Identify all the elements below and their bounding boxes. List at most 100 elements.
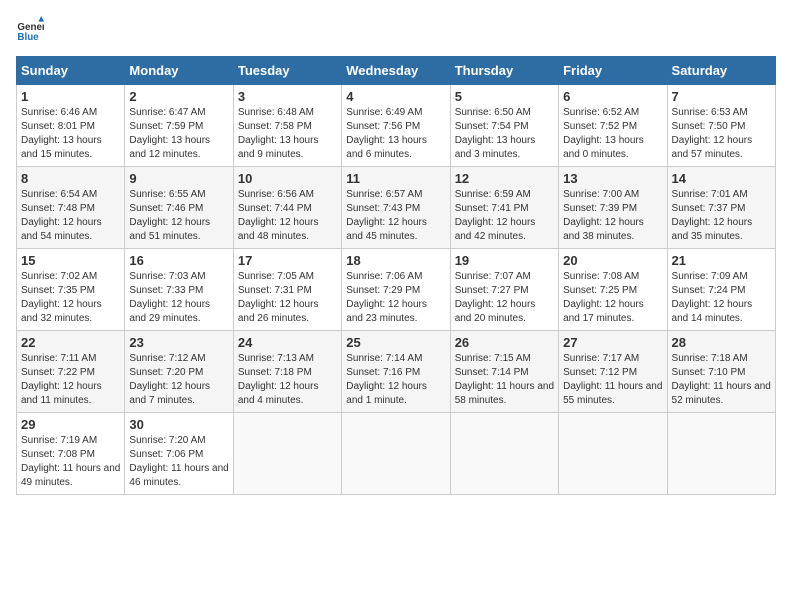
day-number: 30 bbox=[129, 417, 228, 432]
day-number: 12 bbox=[455, 171, 554, 186]
calendar-cell: 23 Sunrise: 7:12 AM Sunset: 7:20 PM Dayl… bbox=[125, 331, 233, 413]
calendar-cell: 9 Sunrise: 6:55 AM Sunset: 7:46 PM Dayli… bbox=[125, 167, 233, 249]
day-number: 17 bbox=[238, 253, 337, 268]
day-number: 13 bbox=[563, 171, 662, 186]
day-info: Sunrise: 7:06 AM Sunset: 7:29 PM Dayligh… bbox=[346, 270, 445, 326]
day-info: Sunrise: 7:14 AM Sunset: 7:16 PM Dayligh… bbox=[346, 352, 445, 408]
calendar-header: SundayMondayTuesdayWednesdayThursdayFrid… bbox=[17, 57, 776, 85]
day-info: Sunrise: 6:50 AM Sunset: 7:54 PM Dayligh… bbox=[455, 106, 554, 162]
calendar-cell: 13 Sunrise: 7:00 AM Sunset: 7:39 PM Dayl… bbox=[559, 167, 667, 249]
calendar-cell: 26 Sunrise: 7:15 AM Sunset: 7:14 PM Dayl… bbox=[450, 331, 558, 413]
day-info: Sunrise: 7:07 AM Sunset: 7:27 PM Dayligh… bbox=[455, 270, 554, 326]
day-number: 5 bbox=[455, 89, 554, 104]
day-info: Sunrise: 7:05 AM Sunset: 7:31 PM Dayligh… bbox=[238, 270, 337, 326]
day-number: 29 bbox=[21, 417, 120, 432]
day-number: 19 bbox=[455, 253, 554, 268]
col-header-friday: Friday bbox=[559, 57, 667, 85]
day-number: 28 bbox=[672, 335, 771, 350]
logo-icon: General Blue bbox=[16, 16, 44, 44]
calendar-cell bbox=[233, 413, 341, 495]
day-info: Sunrise: 6:56 AM Sunset: 7:44 PM Dayligh… bbox=[238, 188, 337, 244]
calendar-cell: 10 Sunrise: 6:56 AM Sunset: 7:44 PM Dayl… bbox=[233, 167, 341, 249]
day-info: Sunrise: 7:02 AM Sunset: 7:35 PM Dayligh… bbox=[21, 270, 120, 326]
day-info: Sunrise: 7:00 AM Sunset: 7:39 PM Dayligh… bbox=[563, 188, 662, 244]
calendar-cell: 25 Sunrise: 7:14 AM Sunset: 7:16 PM Dayl… bbox=[342, 331, 450, 413]
calendar-cell: 21 Sunrise: 7:09 AM Sunset: 7:24 PM Dayl… bbox=[667, 249, 775, 331]
svg-text:Blue: Blue bbox=[17, 32, 39, 43]
logo: General Blue bbox=[16, 16, 48, 44]
calendar-cell bbox=[559, 413, 667, 495]
day-number: 26 bbox=[455, 335, 554, 350]
day-info: Sunrise: 6:52 AM Sunset: 7:52 PM Dayligh… bbox=[563, 106, 662, 162]
day-number: 1 bbox=[21, 89, 120, 104]
calendar-cell: 1 Sunrise: 6:46 AM Sunset: 8:01 PM Dayli… bbox=[17, 85, 125, 167]
day-number: 8 bbox=[21, 171, 120, 186]
calendar-cell bbox=[342, 413, 450, 495]
calendar-cell: 7 Sunrise: 6:53 AM Sunset: 7:50 PM Dayli… bbox=[667, 85, 775, 167]
day-number: 25 bbox=[346, 335, 445, 350]
day-info: Sunrise: 7:08 AM Sunset: 7:25 PM Dayligh… bbox=[563, 270, 662, 326]
col-header-wednesday: Wednesday bbox=[342, 57, 450, 85]
day-info: Sunrise: 7:11 AM Sunset: 7:22 PM Dayligh… bbox=[21, 352, 120, 408]
day-info: Sunrise: 6:47 AM Sunset: 7:59 PM Dayligh… bbox=[129, 106, 228, 162]
calendar-cell: 29 Sunrise: 7:19 AM Sunset: 7:08 PM Dayl… bbox=[17, 413, 125, 495]
day-info: Sunrise: 6:48 AM Sunset: 7:58 PM Dayligh… bbox=[238, 106, 337, 162]
calendar-table: SundayMondayTuesdayWednesdayThursdayFrid… bbox=[16, 56, 776, 495]
day-number: 11 bbox=[346, 171, 445, 186]
day-number: 15 bbox=[21, 253, 120, 268]
calendar-cell: 8 Sunrise: 6:54 AM Sunset: 7:48 PM Dayli… bbox=[17, 167, 125, 249]
calendar-cell bbox=[450, 413, 558, 495]
day-number: 21 bbox=[672, 253, 771, 268]
day-info: Sunrise: 7:09 AM Sunset: 7:24 PM Dayligh… bbox=[672, 270, 771, 326]
day-number: 6 bbox=[563, 89, 662, 104]
day-info: Sunrise: 7:03 AM Sunset: 7:33 PM Dayligh… bbox=[129, 270, 228, 326]
day-number: 16 bbox=[129, 253, 228, 268]
day-info: Sunrise: 7:01 AM Sunset: 7:37 PM Dayligh… bbox=[672, 188, 771, 244]
day-number: 9 bbox=[129, 171, 228, 186]
calendar-cell: 24 Sunrise: 7:13 AM Sunset: 7:18 PM Dayl… bbox=[233, 331, 341, 413]
calendar-cell: 2 Sunrise: 6:47 AM Sunset: 7:59 PM Dayli… bbox=[125, 85, 233, 167]
day-number: 4 bbox=[346, 89, 445, 104]
calendar-week-2: 8 Sunrise: 6:54 AM Sunset: 7:48 PM Dayli… bbox=[17, 167, 776, 249]
calendar-cell: 17 Sunrise: 7:05 AM Sunset: 7:31 PM Dayl… bbox=[233, 249, 341, 331]
day-info: Sunrise: 7:19 AM Sunset: 7:08 PM Dayligh… bbox=[21, 434, 120, 490]
day-number: 7 bbox=[672, 89, 771, 104]
day-info: Sunrise: 7:15 AM Sunset: 7:14 PM Dayligh… bbox=[455, 352, 554, 408]
calendar-cell: 6 Sunrise: 6:52 AM Sunset: 7:52 PM Dayli… bbox=[559, 85, 667, 167]
calendar-cell: 20 Sunrise: 7:08 AM Sunset: 7:25 PM Dayl… bbox=[559, 249, 667, 331]
day-info: Sunrise: 7:13 AM Sunset: 7:18 PM Dayligh… bbox=[238, 352, 337, 408]
col-header-saturday: Saturday bbox=[667, 57, 775, 85]
col-header-thursday: Thursday bbox=[450, 57, 558, 85]
day-number: 10 bbox=[238, 171, 337, 186]
calendar-cell: 14 Sunrise: 7:01 AM Sunset: 7:37 PM Dayl… bbox=[667, 167, 775, 249]
calendar-week-3: 15 Sunrise: 7:02 AM Sunset: 7:35 PM Dayl… bbox=[17, 249, 776, 331]
day-number: 3 bbox=[238, 89, 337, 104]
day-info: Sunrise: 6:46 AM Sunset: 8:01 PM Dayligh… bbox=[21, 106, 120, 162]
calendar-cell: 4 Sunrise: 6:49 AM Sunset: 7:56 PM Dayli… bbox=[342, 85, 450, 167]
day-info: Sunrise: 6:55 AM Sunset: 7:46 PM Dayligh… bbox=[129, 188, 228, 244]
day-info: Sunrise: 6:49 AM Sunset: 7:56 PM Dayligh… bbox=[346, 106, 445, 162]
col-header-monday: Monday bbox=[125, 57, 233, 85]
day-number: 14 bbox=[672, 171, 771, 186]
calendar-week-4: 22 Sunrise: 7:11 AM Sunset: 7:22 PM Dayl… bbox=[17, 331, 776, 413]
day-info: Sunrise: 6:53 AM Sunset: 7:50 PM Dayligh… bbox=[672, 106, 771, 162]
calendar-cell bbox=[667, 413, 775, 495]
day-info: Sunrise: 7:20 AM Sunset: 7:06 PM Dayligh… bbox=[129, 434, 228, 490]
calendar-cell: 12 Sunrise: 6:59 AM Sunset: 7:41 PM Dayl… bbox=[450, 167, 558, 249]
calendar-cell: 28 Sunrise: 7:18 AM Sunset: 7:10 PM Dayl… bbox=[667, 331, 775, 413]
day-number: 20 bbox=[563, 253, 662, 268]
day-info: Sunrise: 7:17 AM Sunset: 7:12 PM Dayligh… bbox=[563, 352, 662, 408]
day-info: Sunrise: 7:18 AM Sunset: 7:10 PM Dayligh… bbox=[672, 352, 771, 408]
day-info: Sunrise: 6:54 AM Sunset: 7:48 PM Dayligh… bbox=[21, 188, 120, 244]
calendar-week-5: 29 Sunrise: 7:19 AM Sunset: 7:08 PM Dayl… bbox=[17, 413, 776, 495]
calendar-cell: 16 Sunrise: 7:03 AM Sunset: 7:33 PM Dayl… bbox=[125, 249, 233, 331]
day-number: 23 bbox=[129, 335, 228, 350]
calendar-cell: 19 Sunrise: 7:07 AM Sunset: 7:27 PM Dayl… bbox=[450, 249, 558, 331]
calendar-cell: 30 Sunrise: 7:20 AM Sunset: 7:06 PM Dayl… bbox=[125, 413, 233, 495]
calendar-cell: 27 Sunrise: 7:17 AM Sunset: 7:12 PM Dayl… bbox=[559, 331, 667, 413]
calendar-week-1: 1 Sunrise: 6:46 AM Sunset: 8:01 PM Dayli… bbox=[17, 85, 776, 167]
calendar-cell: 5 Sunrise: 6:50 AM Sunset: 7:54 PM Dayli… bbox=[450, 85, 558, 167]
calendar-cell: 18 Sunrise: 7:06 AM Sunset: 7:29 PM Dayl… bbox=[342, 249, 450, 331]
day-info: Sunrise: 7:12 AM Sunset: 7:20 PM Dayligh… bbox=[129, 352, 228, 408]
day-number: 27 bbox=[563, 335, 662, 350]
